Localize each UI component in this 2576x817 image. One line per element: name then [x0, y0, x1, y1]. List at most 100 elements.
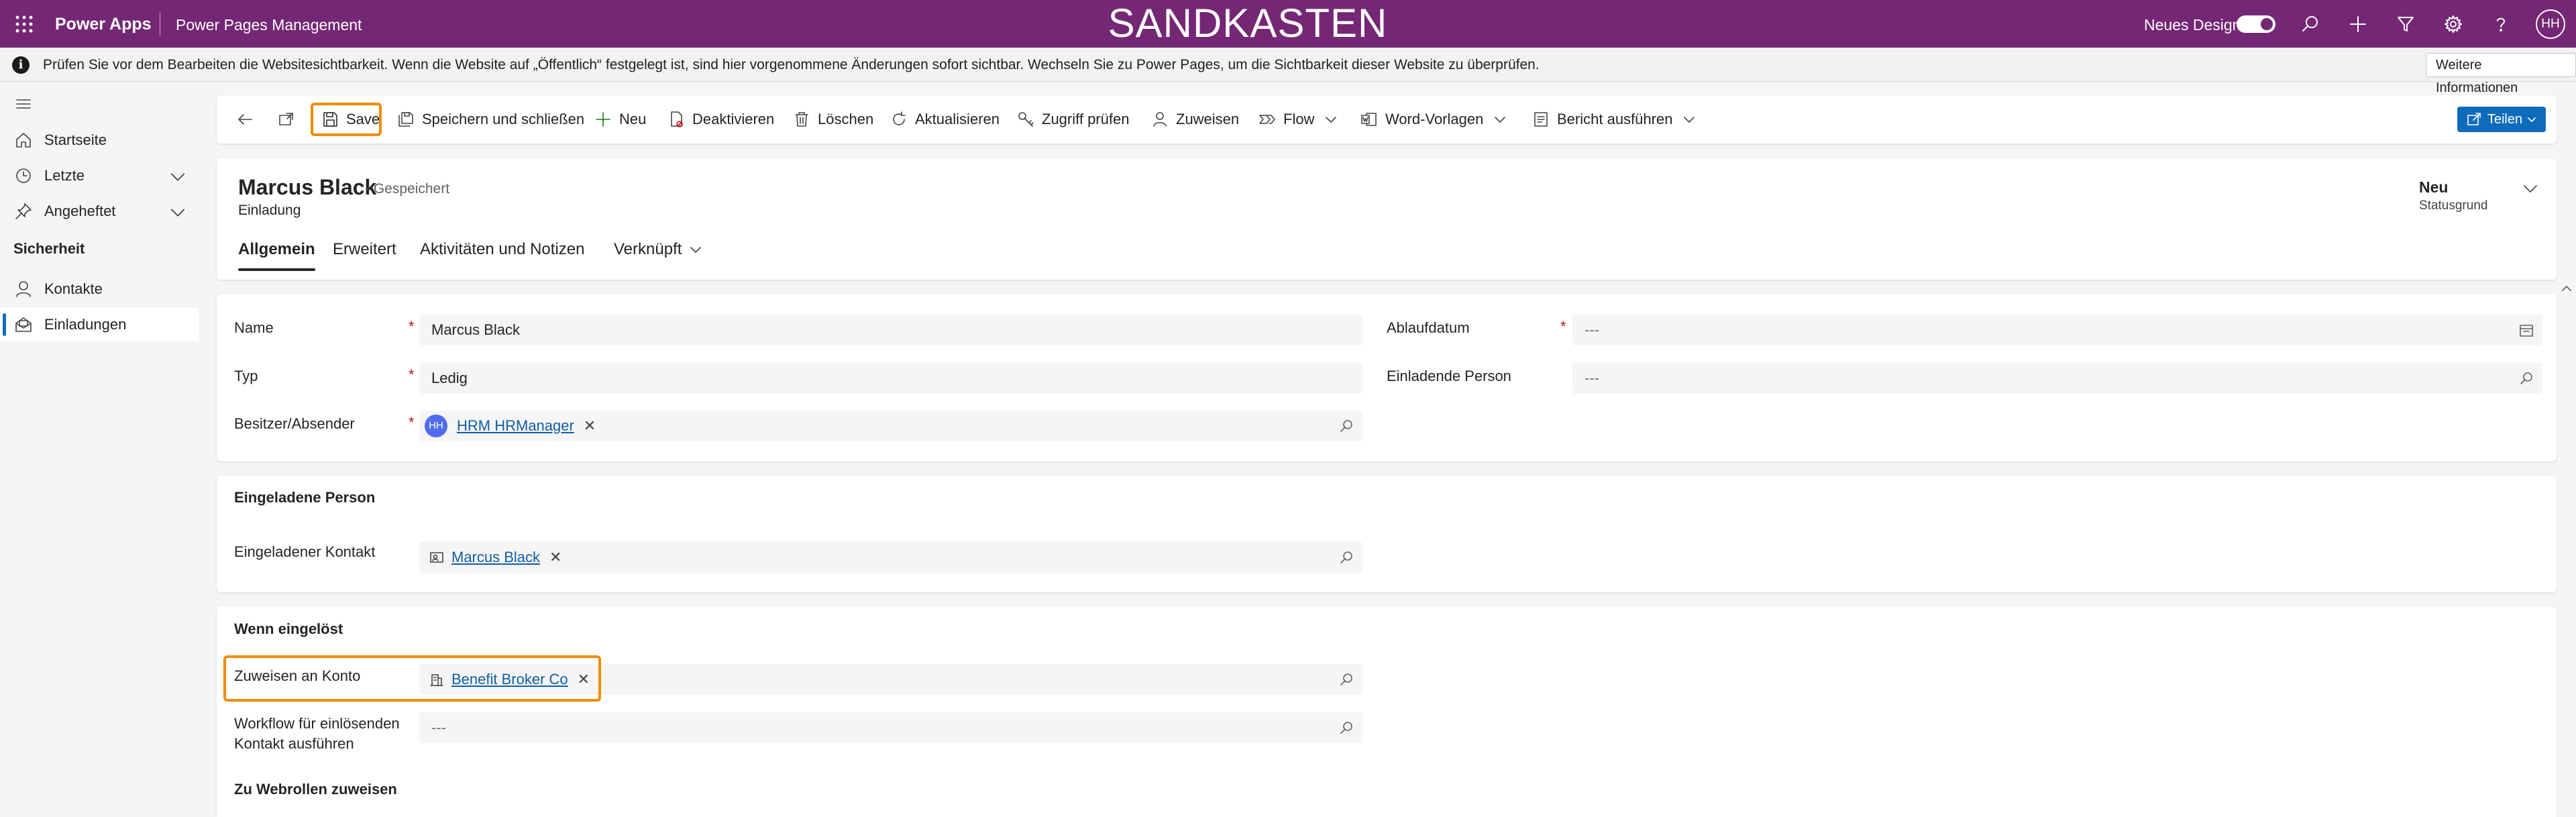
owner-link[interactable]: HRM HRManager	[457, 411, 574, 441]
status-reason-value: Neu	[2419, 178, 2449, 196]
flow-menu[interactable]: Flow	[1258, 107, 1338, 131]
tab-activities-notes[interactable]: Aktivitäten und Notizen	[420, 240, 584, 259]
more-info-button[interactable]: Weitere Informationen	[2426, 53, 2576, 95]
help-icon[interactable]	[2491, 14, 2511, 34]
word-template-icon	[1361, 113, 1377, 126]
invited-contact-link[interactable]: Marcus Black	[451, 542, 540, 573]
chevron-down-icon	[690, 247, 702, 253]
sidebar-item-pinned[interactable]: Angeheftet	[0, 195, 199, 228]
share-label: Teilen	[2487, 111, 2523, 127]
person-icon	[13, 279, 34, 299]
new-button[interactable]: Neu	[594, 107, 646, 131]
remove-account-icon[interactable]: ✕	[578, 664, 590, 695]
share-icon	[2467, 113, 2481, 125]
clock-icon	[13, 166, 34, 186]
section-general: Name * Marcus Black Typ * Ledig Besitzer…	[217, 294, 2557, 461]
tab-advanced[interactable]: Erweitert	[333, 240, 396, 259]
sidebar-item-home[interactable]: Startseite	[0, 123, 199, 157]
mail-open-icon	[13, 315, 34, 335]
account-tag[interactable]: Benefit Broker Co ✕	[429, 664, 590, 695]
chevron-down-icon[interactable]	[168, 203, 185, 220]
share-button[interactable]: Teilen	[2457, 107, 2546, 132]
save-and-close-icon	[398, 112, 413, 127]
assign-account-label: Zuweisen an Konto	[234, 667, 361, 684]
tab-related[interactable]: Verknüpft	[614, 240, 703, 259]
section-invited-person: Eingeladene Person Eingeladener Kontakt …	[217, 476, 2557, 592]
remove-owner-icon[interactable]: ✕	[584, 411, 596, 441]
info-bar: i Prüfen Sie vor dem Bearbeiten die Webs…	[0, 48, 2576, 95]
report-icon	[1534, 112, 1548, 127]
account-link[interactable]: Benefit Broker Co	[451, 664, 568, 695]
flow-icon	[1259, 115, 1275, 124]
redeemed-section-title: Wenn eingelöst	[234, 620, 343, 637]
filter-icon[interactable]	[2396, 14, 2416, 34]
required-indicator: *	[409, 318, 415, 335]
run-report-menu[interactable]: Bericht ausführen	[1532, 107, 1697, 131]
sidebar-item-contacts[interactable]: Kontakte	[0, 272, 199, 306]
record-entity-name: Einladung	[238, 203, 301, 218]
record-save-status: - Gespeichert	[365, 181, 450, 197]
required-indicator: *	[409, 414, 415, 431]
assign-label: Zuweisen	[1176, 111, 1240, 127]
scroll-up-icon[interactable]	[2560, 282, 2573, 295]
app-launcher-icon[interactable]	[13, 13, 35, 35]
status-reason-label: Statusgrund	[2419, 199, 2488, 213]
run-report-label: Bericht ausführen	[1557, 111, 1673, 127]
record-title: Marcus Black	[238, 175, 377, 199]
check-access-button[interactable]: Zugriff prüfen	[1016, 107, 1129, 131]
app-name[interactable]: Power Apps	[55, 15, 152, 34]
section-when-redeemed: Wenn eingelöst Zuweisen an Konto Benefit…	[217, 606, 2557, 817]
environment-banner: SANDKASTEN	[1108, 1, 1388, 46]
new-label: Neu	[619, 111, 647, 127]
plus-icon	[596, 112, 610, 127]
info-icon: i	[12, 56, 30, 74]
sidebar-item-label: Letzte	[44, 167, 85, 184]
owner-lookup-field[interactable]: HH HRM HRManager ✕	[419, 411, 1362, 441]
owner-lookup-tag[interactable]: HH HRM HRManager ✕	[425, 411, 596, 441]
deactivate-icon	[671, 111, 683, 127]
module-name[interactable]: Power Pages Management	[176, 16, 362, 34]
type-value: Ledig	[431, 370, 468, 386]
expiry-date-label: Ablaufdatum	[1387, 319, 1470, 336]
chevron-down-icon[interactable]	[168, 167, 185, 184]
inviter-lookup-field[interactable]: ---	[1572, 363, 2542, 394]
assign-account-lookup-field[interactable]: Benefit Broker Co ✕	[419, 664, 1362, 695]
required-indicator: *	[409, 366, 415, 383]
inviter-value: ---	[1585, 370, 1599, 386]
top-bar: Power Apps Power Pages Management SANDKA…	[0, 0, 2576, 48]
flow-label: Flow	[1283, 111, 1315, 127]
refresh-button[interactable]: Aktualisieren	[890, 107, 1000, 131]
delete-button[interactable]: Löschen	[792, 107, 873, 131]
assign-button[interactable]: Zuweisen	[1150, 107, 1239, 131]
workflow-lookup-field[interactable]: ---	[419, 712, 1362, 743]
new-design-toggle[interactable]	[2237, 15, 2275, 33]
remove-contact-icon[interactable]: ✕	[549, 542, 561, 573]
plus-icon[interactable]	[2348, 14, 2368, 34]
type-field[interactable]: Ledig	[419, 363, 1362, 394]
search-icon[interactable]	[2300, 14, 2320, 34]
tab-general[interactable]: Allgemein	[238, 240, 315, 271]
sidebar-item-recent[interactable]: Letzte	[0, 159, 199, 193]
contact-card-icon	[430, 552, 443, 563]
chevron-down-icon[interactable]	[2520, 178, 2540, 199]
sidebar-item-invitations[interactable]: Einladungen	[0, 308, 199, 341]
sidebar: Startseite Letzte Angeheftet Sicherheit …	[0, 82, 199, 817]
info-message: Prüfen Sie vor dem Bearbeiten die Websit…	[43, 57, 1540, 72]
deactivate-button[interactable]: Deaktivieren	[667, 107, 774, 131]
workflow-label-line2: Kontakt ausführen	[234, 735, 354, 752]
word-templates-menu[interactable]: Word-Vorlagen	[1360, 107, 1507, 131]
inviter-label: Einladende Person	[1387, 368, 1511, 384]
user-avatar[interactable]: HH	[2536, 9, 2565, 39]
save-and-close-button[interactable]: Speichern und schließen	[396, 107, 584, 131]
gear-icon[interactable]	[2443, 14, 2463, 34]
deactivate-label: Deaktivieren	[692, 111, 775, 127]
back-button[interactable]	[235, 107, 254, 131]
person-assign-icon	[1153, 112, 1167, 127]
hamburger-icon[interactable]	[13, 94, 34, 114]
invited-contact-lookup-field[interactable]: Marcus Black ✕	[419, 542, 1362, 573]
expiry-date-field[interactable]: ---	[1572, 315, 2542, 345]
invited-contact-tag[interactable]: Marcus Black ✕	[429, 542, 561, 573]
open-new-window-button[interactable]	[277, 107, 296, 131]
name-field[interactable]: Marcus Black	[419, 315, 1362, 345]
workflow-label-line1: Workflow für einlösenden	[234, 715, 400, 732]
